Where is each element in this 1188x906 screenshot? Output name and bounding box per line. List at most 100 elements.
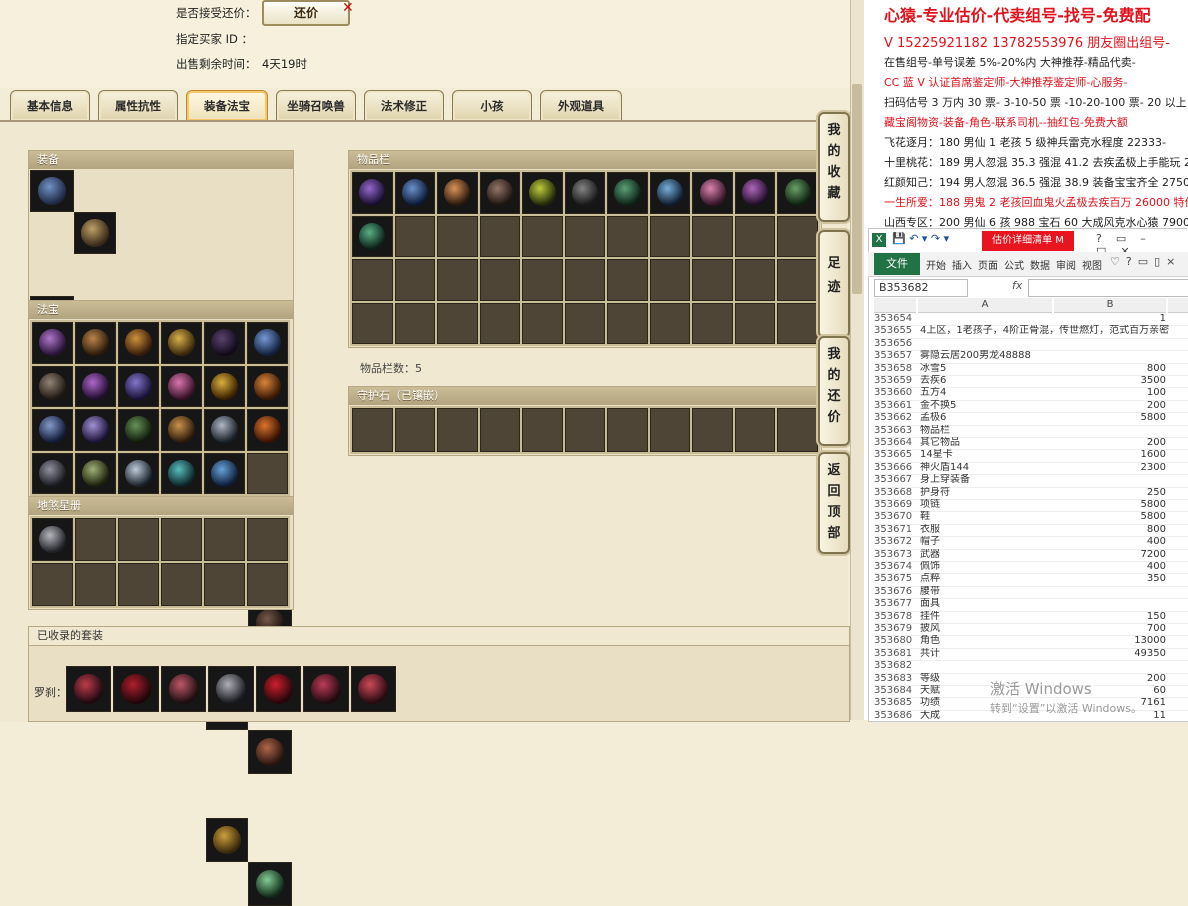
sheet-row[interactable]: 353656	[874, 338, 1188, 352]
cell-b[interactable]: 5800	[1024, 412, 1166, 424]
sheet-row[interactable]: 353664 其它物品 200	[874, 437, 1188, 451]
sheet-row[interactable]: 353658 冰雪5 800	[874, 363, 1188, 376]
cell-b[interactable]: 350	[1024, 573, 1166, 585]
cell-b[interactable]: 200	[1024, 437, 1166, 449]
sheet-row[interactable]: 353657 雾隐云居200男龙48888	[874, 350, 1188, 364]
suit-item[interactable]	[350, 666, 396, 712]
cell-b[interactable]: 800	[1024, 524, 1166, 536]
suit-item[interactable]	[255, 666, 302, 712]
sheet-row[interactable]: 353665 14星卡 1600	[874, 449, 1188, 463]
cell-b[interactable]: 5800	[1024, 499, 1166, 511]
my-favorites-button[interactable]: 我的收藏	[818, 112, 850, 222]
cell-a[interactable]: 去疾6	[920, 375, 946, 387]
fabao-slot[interactable]	[75, 365, 116, 407]
footprint-button[interactable]: 足迹	[818, 230, 850, 338]
tab-basic-info[interactable]: 基本信息	[10, 90, 90, 121]
sheet-row[interactable]: 353669 项链 5800	[874, 499, 1188, 513]
cell-b[interactable]: 700	[1024, 623, 1166, 635]
column-header-a[interactable]: A	[918, 298, 1052, 313]
haggle-button[interactable]: 还价	[262, 0, 350, 26]
inventory-slot[interactable]	[564, 172, 606, 214]
cell-b[interactable]: 150	[1024, 611, 1166, 623]
equip-slot[interactable]	[248, 730, 292, 774]
tab-appearance-items[interactable]: 外观道具	[540, 90, 622, 121]
formula-bar[interactable]	[1028, 279, 1188, 297]
suit-item[interactable]	[160, 666, 207, 712]
fabao-slot[interactable]	[118, 452, 159, 494]
corner-cell[interactable]	[874, 298, 916, 313]
sheet-row[interactable]: 353682	[874, 660, 1188, 674]
inventory-slot[interactable]	[479, 172, 521, 214]
inventory-slot[interactable]	[437, 172, 478, 214]
sheet-row[interactable]: 353660 五方4 100	[874, 387, 1188, 401]
fabao-slot[interactable]	[32, 322, 73, 364]
fabao-slot[interactable]	[32, 409, 73, 451]
fabao-slot[interactable]	[161, 322, 202, 364]
cell-a[interactable]: 五方4	[920, 387, 946, 399]
fabao-slot[interactable]	[204, 452, 245, 494]
sheet-row[interactable]: 353678 挂件 150	[874, 611, 1188, 624]
ribbon-tab-formula[interactable]: 公式	[1004, 257, 1024, 272]
sheet-row[interactable]: 353670 鞋 5800	[874, 511, 1188, 525]
file-tab[interactable]: 文件	[874, 253, 920, 275]
equip-slot[interactable]	[74, 212, 116, 254]
quick-access-icons[interactable]: 💾 ↶ ▾ ↷ ▾	[892, 232, 949, 245]
sheet-row[interactable]: 353668 护身符 250	[874, 487, 1188, 500]
cell-a[interactable]: 功绩	[920, 697, 940, 709]
cell-b[interactable]: 250	[1024, 487, 1166, 499]
fabao-slot[interactable]	[204, 409, 245, 451]
fabao-slot[interactable]	[161, 452, 202, 494]
inventory-slot[interactable]	[352, 215, 393, 257]
cell-a[interactable]: 冰雪5	[920, 363, 946, 375]
cell-b[interactable]: 1	[1024, 313, 1166, 325]
sheet-row[interactable]: 353675 点粹 350	[874, 573, 1188, 587]
close-icon[interactable]: ✕	[342, 0, 354, 16]
sheet-row[interactable]: 353673 武器 7200	[874, 549, 1188, 562]
sheet-row[interactable]: 353676 腰带	[874, 586, 1188, 600]
name-box[interactable]: B353682	[874, 279, 968, 297]
cell-a[interactable]: 大成	[920, 710, 940, 722]
inventory-slot[interactable]	[734, 172, 776, 214]
cell-a[interactable]: 披风	[920, 623, 940, 635]
fabao-slot[interactable]	[118, 365, 159, 407]
fabao-slot[interactable]	[118, 322, 159, 364]
tab-mounts-summons[interactable]: 坐骑召唤兽	[276, 90, 356, 121]
inventory-slot[interactable]	[394, 172, 436, 214]
fabao-slot[interactable]	[204, 322, 245, 364]
fabao-slot[interactable]	[75, 452, 116, 494]
tab-spell-correction[interactable]: 法术修正	[364, 90, 444, 121]
suit-item[interactable]	[208, 666, 254, 712]
cell-a[interactable]: 腰带	[920, 586, 940, 598]
equip-slot[interactable]	[248, 862, 292, 906]
cell-a[interactable]: 等级	[920, 673, 940, 685]
cell-a[interactable]: 衣服	[920, 524, 940, 536]
inventory-slot[interactable]	[522, 172, 563, 214]
cell-b[interactable]: 3500	[1024, 375, 1166, 387]
disha-slot[interactable]	[32, 518, 73, 561]
sheet-row[interactable]: 353663 物品栏	[874, 425, 1188, 438]
cell-a[interactable]: 佩饰	[920, 561, 940, 573]
inventory-slot[interactable]	[777, 172, 818, 214]
sheet-row[interactable]: 353654 1	[874, 313, 1188, 327]
fabao-slot[interactable]	[75, 322, 116, 364]
estimate-detail-button[interactable]: 估价详细清单 M	[982, 231, 1074, 251]
ribbon-tab-insert[interactable]: 插入	[952, 257, 972, 272]
cell-a[interactable]: 物品栏	[920, 425, 950, 437]
sheet-row[interactable]: 353671 衣服 800	[874, 524, 1188, 538]
tab-attributes[interactable]: 属性抗性	[98, 90, 178, 121]
equip-slot[interactable]	[30, 170, 74, 212]
column-header-b[interactable]: B	[1054, 298, 1166, 313]
cell-b[interactable]: 49350	[1024, 648, 1166, 660]
tab-equipment-fabao[interactable]: 装备法宝	[186, 90, 268, 121]
sheet-row[interactable]: 353667 身上穿装备	[874, 474, 1188, 488]
ribbon-tab-home[interactable]: 开始	[926, 257, 946, 272]
cell-b[interactable]: 2300	[1024, 462, 1166, 474]
suit-item[interactable]	[113, 666, 159, 712]
inventory-slot[interactable]	[607, 172, 648, 214]
sheet-row[interactable]: 353674 佩饰 400	[874, 561, 1188, 575]
cell-a[interactable]: 其它物品	[920, 437, 960, 449]
cell-a[interactable]: 角色	[920, 635, 940, 647]
cell-a[interactable]: 金不换5	[920, 400, 956, 412]
ribbon-tab-review[interactable]: 审阅	[1056, 257, 1076, 272]
ribbon-tab-page[interactable]: 页面	[978, 257, 998, 272]
